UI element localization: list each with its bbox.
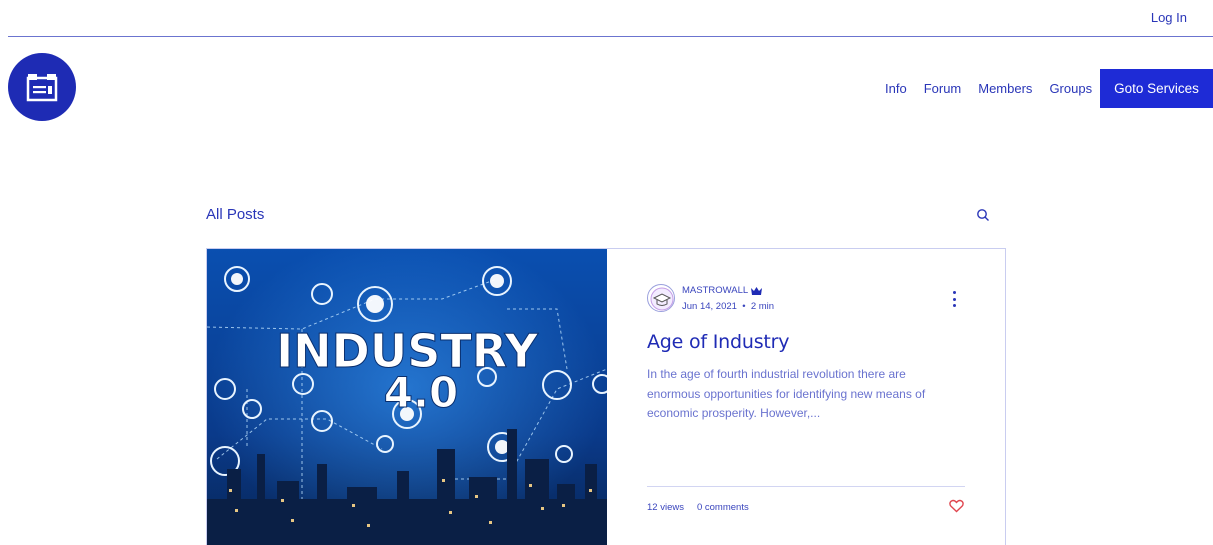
more-icon[interactable]	[952, 291, 956, 307]
cover-subtitle-text: 4.0	[384, 368, 458, 417]
main-nav: Info Forum Members Groups	[885, 81, 1092, 96]
nav-members[interactable]: Members	[978, 81, 1032, 96]
read-time: 2 min	[750, 301, 775, 312]
post-title[interactable]: Age of Industry	[647, 331, 789, 353]
nav-groups[interactable]: Groups	[1049, 81, 1092, 96]
site-logo[interactable]	[8, 53, 76, 121]
author-name-text[interactable]: MASTROWALL	[682, 285, 748, 296]
meta-separator: •	[739, 301, 749, 312]
all-posts-tab[interactable]: All Posts	[206, 206, 264, 223]
header-divider	[8, 36, 1213, 37]
crown-icon	[751, 286, 763, 295]
post-stats: 12 views 0 comments	[647, 502, 749, 513]
nav-info[interactable]: Info	[885, 81, 907, 96]
nav-forum[interactable]: Forum	[924, 81, 962, 96]
goto-services-button[interactable]: Goto Services	[1100, 69, 1213, 108]
author-name[interactable]: MASTROWALL	[682, 285, 763, 296]
logo-icon	[26, 74, 58, 102]
post-date: Jun 14, 2021	[682, 301, 737, 312]
post-cover-image[interactable]: INDUSTRY 4.0	[207, 249, 607, 545]
stats-divider	[647, 486, 965, 487]
post-meta: Jun 14, 2021 • 2 min	[682, 301, 774, 312]
post-excerpt[interactable]: In the age of fourth industrial revoluti…	[647, 365, 957, 424]
views-count: 12 views	[647, 502, 684, 513]
post-card[interactable]: INDUSTRY 4.0 MASTROWALL Jun 14, 2021 • 2…	[206, 248, 1006, 545]
heart-icon[interactable]	[949, 499, 964, 513]
comments-count[interactable]: 0 comments	[697, 502, 749, 513]
post-card-body: MASTROWALL Jun 14, 2021 • 2 min Age of I…	[607, 249, 1005, 545]
login-link[interactable]: Log In	[1151, 10, 1187, 25]
search-icon[interactable]	[976, 208, 990, 222]
author-avatar[interactable]	[647, 284, 675, 312]
